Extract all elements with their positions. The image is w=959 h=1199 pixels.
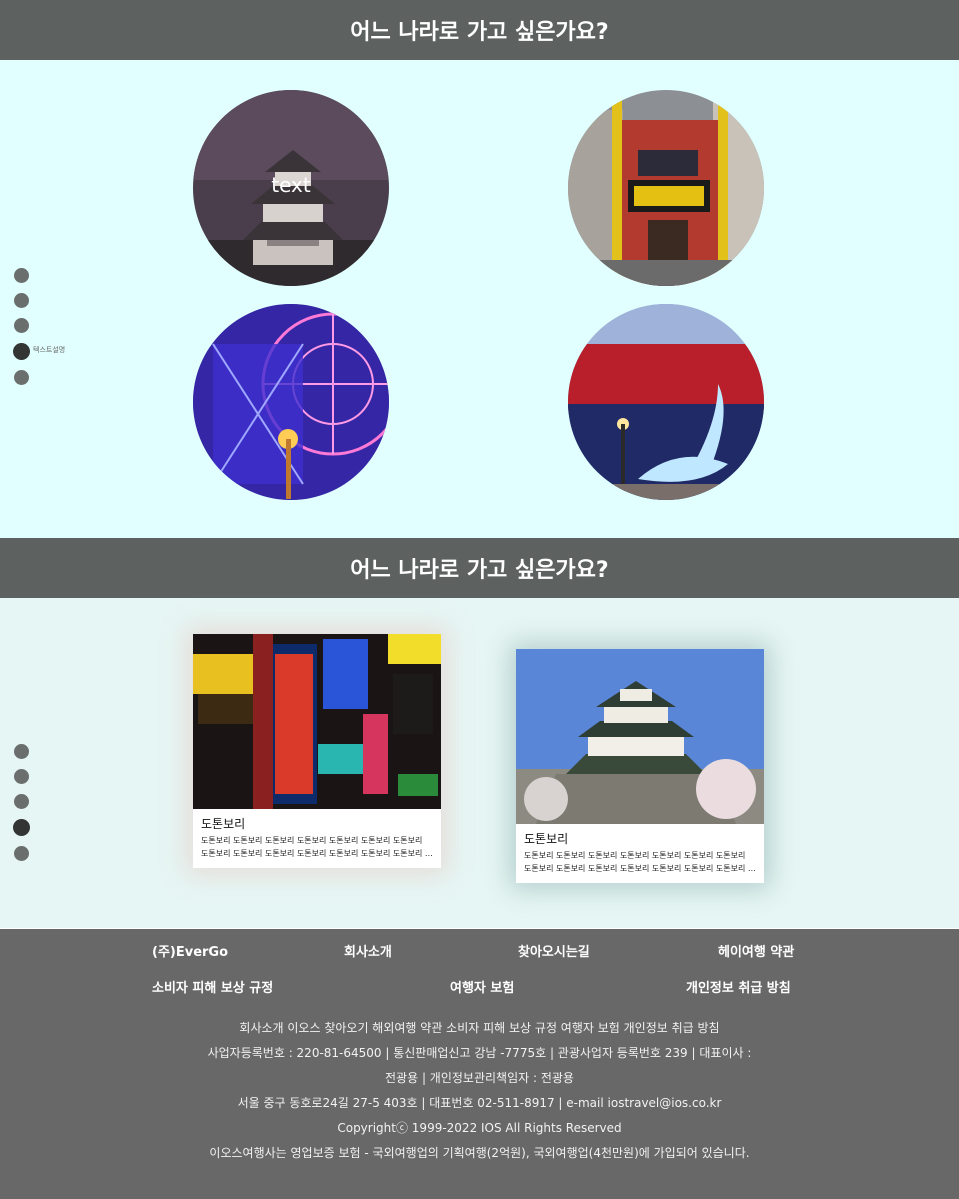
footer-link-company[interactable]: (주)EverGo [152,941,228,960]
circle-image-ferris[interactable] [193,304,389,500]
circle-image-street[interactable] [568,90,764,286]
card-desc-line: 도톤보리 도톤보리 도톤보리 도톤보리 도톤보리 도톤보리 도톤보리 도톤보..… [201,849,433,858]
pagination-dot-active[interactable] [13,819,30,836]
card-desc-line: 도톤보리 도톤보리 도톤보리 도톤보리 도톤보리 도톤보리 도톤보리 도톤보..… [524,864,756,873]
ferris-photo [193,304,389,500]
card-title: 도톤보리 [524,832,569,846]
section2-title: 어느 나라로 가고 싶은가요? [350,558,609,583]
card-desc-line: 도톤보리 도톤보리 도톤보리 도톤보리 도톤보리 도톤보리 도톤보리 [524,851,746,860]
pagination-dot[interactable] [14,370,29,385]
osaka-castle-photo [516,649,764,824]
card-desc-line: 도톤보리 도톤보리 도톤보리 도톤보리 도톤보리 도톤보리 도톤보리 [201,836,423,845]
footer-info-line: 서울 중구 동호로24길 27-5 403호 | 대표번호 02-511-891… [237,1096,722,1110]
card-dotonbori-1[interactable]: 도톤보리 도톤보리 도톤보리 도톤보리 도톤보리 도톤보리 도톤보리 도톤보리 … [193,634,441,868]
card-dotonbori-2[interactable]: 도톤보리 도톤보리 도톤보리 도톤보리 도톤보리 도톤보리 도톤보리 도톤보리 … [516,649,764,883]
section1-pagination: 텍스트설명 [13,268,65,395]
circle-caption: text [271,173,311,197]
footer-link-insurance[interactable]: 여행자 보험 [450,977,514,996]
pagination-dot[interactable] [14,846,29,861]
footer: (주)EverGo 회사소개 찾아오시는길 헤이여행 약관 소비자 피해 보상 … [0,929,959,1199]
footer-info-line: 회사소개 이오스 찾아오기 해외여행 약관 소비자 피해 보상 규정 여행자 보… [239,1021,720,1035]
pagination-dot[interactable] [14,268,29,283]
section1-title: 어느 나라로 가고 싶은가요? [350,20,609,45]
circle-image-castle[interactable]: text [193,90,389,286]
card-description: 도톤보리 도톤보리 도톤보리 도톤보리 도톤보리 도톤보리 도톤보리 도톤보리 … [516,849,764,883]
pagination-dot[interactable] [14,769,29,784]
footer-link-compensation[interactable]: 소비자 피해 보상 규정 [152,977,273,996]
footer-info-line: 전광용 | 개인정보관리책임자 : 전광용 [385,1071,574,1085]
footer-link-directions[interactable]: 찾아오시는길 [518,941,590,960]
section2-pagination [13,744,30,871]
aquarium-photo [568,304,764,500]
footer-link-privacy[interactable]: 개인정보 취급 방침 [686,977,791,996]
pagination-dot[interactable] [14,794,29,809]
section1-header: 어느 나라로 가고 싶은가요? [0,0,959,60]
card-image [516,649,764,824]
pagination-dot[interactable] [14,293,29,308]
neon-signs-photo [193,634,441,809]
card-image [193,634,441,809]
section1-gallery: 텍스트설명 text [0,60,959,538]
pagination-dot-active[interactable]: 텍스트설명 [13,343,65,360]
section2-cards: 도톤보리 도톤보리 도톤보리 도톤보리 도톤보리 도톤보리 도톤보리 도톤보리 … [0,598,959,928]
pagination-dot[interactable] [14,744,29,759]
footer-copyright: Copyrightⓒ 1999-2022 IOS All Rights Rese… [337,1121,622,1135]
section2-header: 어느 나라로 가고 싶은가요? [0,538,959,598]
card-title: 도톤보리 [201,817,246,831]
footer-link-terms[interactable]: 헤이여행 약관 [718,941,794,960]
footer-info-line: 이오스여행사는 영업보증 보험 - 국외여행업의 기획여행(2억원), 국외여행… [209,1146,750,1160]
footer-link-about[interactable]: 회사소개 [344,941,392,960]
pagination-dot[interactable] [14,318,29,333]
circle-image-aquarium[interactable] [568,304,764,500]
street-photo [568,90,764,286]
card-description: 도톤보리 도톤보리 도톤보리 도톤보리 도톤보리 도톤보리 도톤보리 도톤보리 … [193,834,441,868]
dot-tooltip: 텍스트설명 [33,346,66,354]
footer-info-line: 사업자등록번호 : 220-81-64500 | 통신판매업신고 강남 -777… [207,1046,752,1060]
